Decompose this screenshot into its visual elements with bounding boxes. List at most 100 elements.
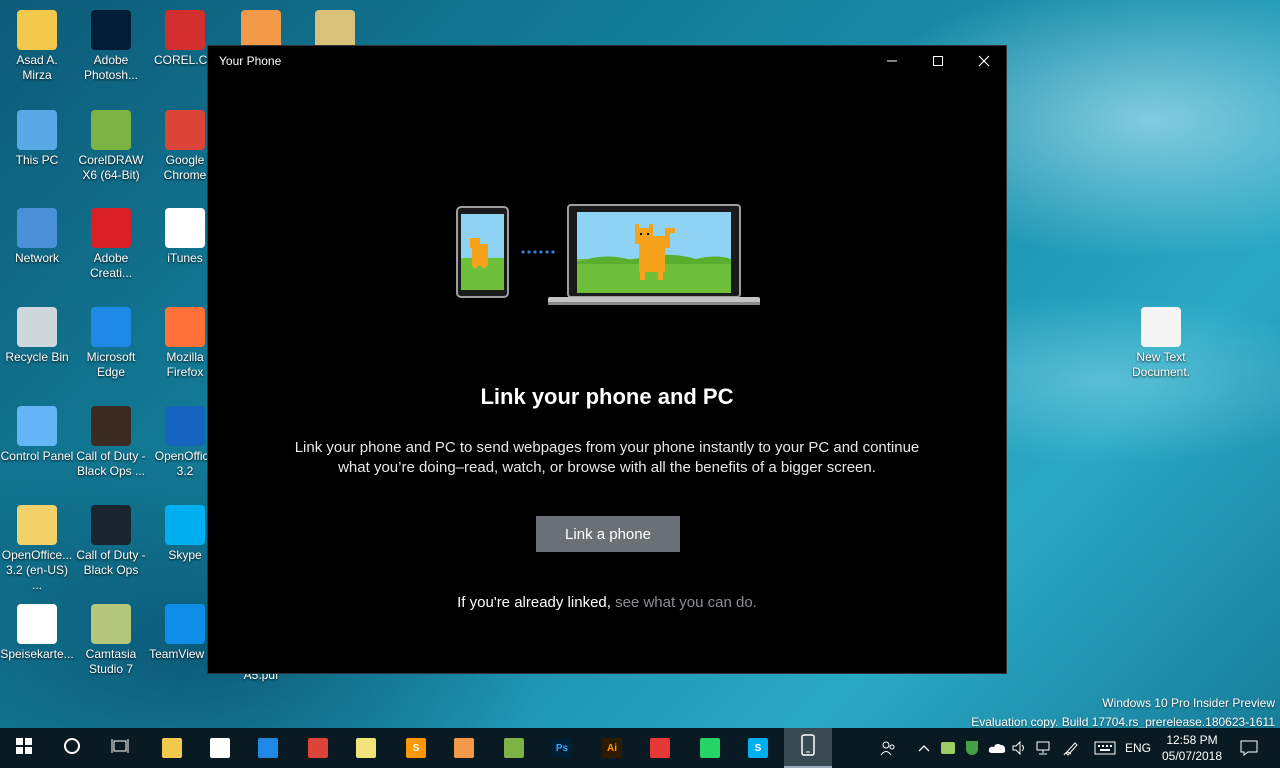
whatsapp-icon: [700, 738, 720, 758]
people-icon[interactable]: [876, 728, 900, 768]
desktop-icon-label: Call of Duty - Black Ops ...: [76, 449, 146, 478]
pdf-icon: [17, 604, 57, 644]
desktop-icon-label: Adobe Creati...: [89, 251, 132, 280]
already-linked-label: If you're already linked,: [457, 594, 611, 611]
taskbar-coreldraw-button[interactable]: [490, 728, 538, 768]
clock-date: 05/07/2018: [1161, 749, 1223, 763]
window-title: Your Phone: [219, 54, 282, 68]
chrome-icon: [308, 738, 328, 758]
mail-icon: [210, 738, 230, 758]
taskbar-cortana-button[interactable]: [48, 728, 96, 768]
cortana-icon: [63, 737, 81, 760]
minimize-button[interactable]: [869, 46, 915, 76]
taskbar-balloon-button[interactable]: [440, 728, 488, 768]
desktop-icon-label: Adobe Photosh...: [83, 53, 139, 82]
balloon-icon: [241, 10, 281, 50]
edge-icon: [91, 307, 131, 347]
taskbar-skype-button[interactable]: S: [734, 728, 782, 768]
control-panel-icon: [17, 406, 57, 446]
taskbar-start-button[interactable]: [0, 728, 48, 768]
taskbar-sublime-button[interactable]: S: [392, 728, 440, 768]
desktop-icon-label: Network: [14, 251, 59, 265]
desktop-icon-label: CorelDRAW X6 (64-Bit): [78, 153, 144, 182]
camtasia-icon: [91, 604, 131, 644]
show-hidden-icons-icon[interactable]: [914, 728, 934, 768]
taskbar-edge-beta-button[interactable]: [244, 728, 292, 768]
taskbar-whatsapp-button[interactable]: [686, 728, 734, 768]
watermark-line-1: Windows 10 Pro Insider Preview: [1102, 696, 1275, 710]
phone-pc-illustration: [456, 204, 760, 305]
desktop-icon[interactable]: CorelDRAW X6 (64-Bit): [74, 110, 148, 183]
taskbar-task-view-button[interactable]: [96, 728, 144, 768]
desktop-icon[interactable]: Control Panel: [0, 406, 74, 464]
skull-icon: [91, 505, 131, 545]
evaluation-watermark: Windows 10 Pro Insider Preview Evaluatio…: [971, 694, 1275, 732]
taskbar-notepad-button[interactable]: [342, 728, 390, 768]
desktop-icon[interactable]: Call of Duty - Black Ops: [74, 505, 148, 578]
taskbar-your-phone-button[interactable]: [784, 728, 832, 768]
sublime-icon: S: [406, 738, 426, 758]
desktop-icon[interactable]: Recycle Bin: [0, 307, 74, 365]
firefox-icon: [165, 307, 205, 347]
desktop-icon-label: Microsoft Edge: [86, 350, 136, 379]
language-indicator[interactable]: ENG: [1122, 728, 1154, 768]
onedrive-icon[interactable]: [986, 728, 1008, 768]
desktop-icon[interactable]: Microsoft Edge: [74, 307, 148, 380]
desktop-icon[interactable]: Adobe Photosh...: [74, 10, 148, 83]
coreldraw-icon: [91, 110, 131, 150]
tray-app-icon[interactable]: [938, 728, 958, 768]
taskbar-photoshop-button[interactable]: Ps: [538, 728, 586, 768]
action-center-icon[interactable]: [1234, 728, 1264, 768]
title-bar[interactable]: Your Phone: [208, 46, 1006, 76]
desktop-icon-label: Call of Duty - Black Ops: [76, 548, 146, 577]
skype-icon: [165, 505, 205, 545]
taskbar-icon-text: S: [754, 742, 762, 754]
desktop-icon[interactable]: This PC: [0, 110, 74, 168]
desktop-icon[interactable]: Call of Duty - Black Ops ...: [74, 406, 148, 479]
minimize-icon: [887, 60, 897, 62]
already-linked-text: If you're already linked, see what you c…: [208, 594, 1006, 611]
photoshop-icon: Ps: [552, 738, 572, 758]
coreldraw-icon: [504, 738, 524, 758]
desktop-icon[interactable]: OpenOffice... 3.2 (en-US) ...: [0, 505, 74, 593]
desktop-icon[interactable]: New Text Document.: [1124, 307, 1198, 380]
recycle-bin-icon: [17, 307, 57, 347]
taskbar-bookmark-app-button[interactable]: [636, 728, 684, 768]
tray-shield-icon[interactable]: [962, 728, 982, 768]
taskbar-illustrator-button[interactable]: Ai: [588, 728, 636, 768]
desktop-icon-label: Asad A. Mirza: [16, 53, 58, 82]
taskbar-chrome-button[interactable]: [294, 728, 342, 768]
desktop-icon-label: OpenOffice... 3.2 (en-US) ...: [1, 548, 73, 592]
touch-keyboard-icon[interactable]: [1092, 728, 1118, 768]
photoshop-icon: [91, 10, 131, 50]
desktop-icon-label: New Text Document.: [1131, 350, 1191, 379]
network-icon: [17, 208, 57, 248]
start-icon: [16, 737, 32, 759]
close-button[interactable]: [961, 46, 1007, 76]
clock[interactable]: 12:58 PM 05/07/2018: [1160, 732, 1224, 764]
desktop-icon[interactable]: Speisekarte...: [0, 604, 74, 662]
user-folder-icon: [17, 10, 57, 50]
task-view-icon: [111, 738, 129, 759]
close-icon: [978, 55, 990, 67]
window-content: Link your phone and PC Link your phone a…: [208, 76, 1006, 673]
desktop-icon[interactable]: Asad A. Mirza: [0, 10, 74, 83]
folder-zip-icon: [315, 10, 355, 50]
desktop-icon[interactable]: Camtasia Studio 7: [74, 604, 148, 677]
link-phone-button[interactable]: Link a phone: [536, 516, 680, 552]
desktop-icon-label: This PC: [15, 153, 59, 167]
taskbar-icon-text: Ai: [607, 742, 617, 754]
taskbar-mail-button[interactable]: [196, 728, 244, 768]
skype-icon: S: [748, 738, 768, 758]
taskbar-file-explorer-button[interactable]: [148, 728, 196, 768]
desktop-icon[interactable]: Network: [0, 208, 74, 266]
desktop-icon-label: Control Panel: [0, 449, 74, 463]
network-icon[interactable]: [1034, 728, 1056, 768]
volume-icon[interactable]: [1010, 728, 1030, 768]
maximize-icon: [933, 56, 943, 66]
desktop-icon-label: Speisekarte...: [0, 647, 74, 661]
pen-workspace-icon[interactable]: [1060, 728, 1082, 768]
desktop-icon[interactable]: Adobe Creati...: [74, 208, 148, 281]
maximize-button[interactable]: [915, 46, 961, 76]
see-what-you-can-do-link[interactable]: see what you can do.: [615, 594, 757, 611]
